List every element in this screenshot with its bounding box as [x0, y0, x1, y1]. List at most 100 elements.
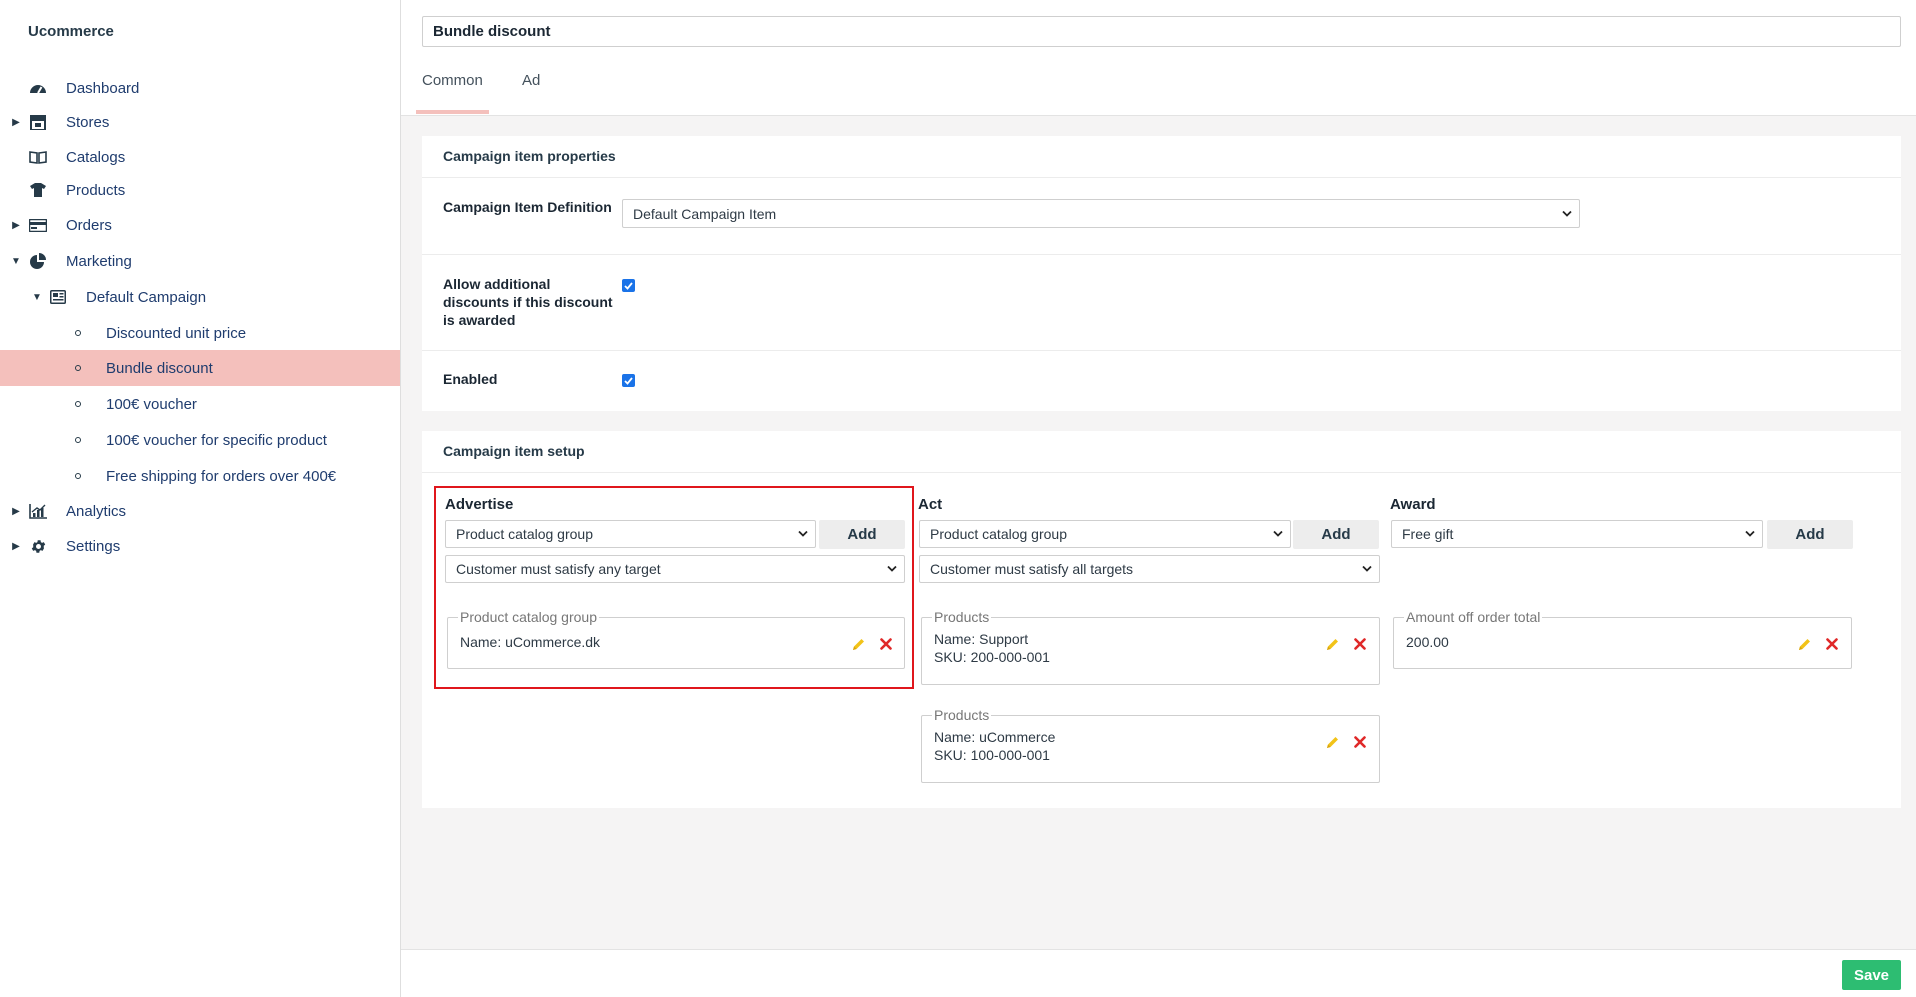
- divider: [422, 254, 1901, 255]
- sidebar-item-100-voucher[interactable]: 100€ voucher: [0, 386, 400, 422]
- pencil-icon[interactable]: [1796, 636, 1812, 652]
- advertise-target-product-catalog-group: Product catalog group Name: uCommerce.dk: [447, 609, 905, 669]
- award-legend: Amount off order total: [1404, 609, 1543, 625]
- act-type-select[interactable]: Product catalog group: [919, 520, 1291, 548]
- caret-right-icon[interactable]: ▶: [11, 541, 21, 552]
- sidebar-item-orders[interactable]: ▶ Orders: [0, 207, 400, 243]
- sidebar-item-catalogs[interactable]: Catalogs: [0, 139, 400, 175]
- award-add-button[interactable]: Add: [1767, 520, 1853, 549]
- card-title: Campaign item properties: [443, 148, 616, 164]
- pie-chart-icon: [28, 251, 48, 271]
- campaign-item-definition-select[interactable]: Default Campaign Item: [622, 199, 1580, 228]
- close-icon[interactable]: [1352, 734, 1368, 750]
- sidebar-item-marketing[interactable]: ▼ Marketing: [0, 243, 400, 279]
- campaign-item-definition-label: Campaign Item Definition: [443, 199, 612, 215]
- tab-ad[interactable]: Ad: [522, 72, 540, 89]
- pencil-icon[interactable]: [850, 636, 866, 652]
- campaign-item-definition-dropdown[interactable]: Default Campaign Item: [622, 199, 1580, 228]
- sidebar-item-label: Orders: [66, 216, 112, 234]
- sidebar-item-label: Discounted unit price: [106, 324, 247, 342]
- sidebar-item-stores[interactable]: ▶ Stores: [0, 104, 400, 140]
- sidebar-item-label: Marketing: [66, 252, 132, 270]
- advertise-add-button[interactable]: Add: [819, 520, 905, 549]
- target-sku: SKU: 100-000-001: [934, 747, 1050, 763]
- main-content: Common Ad Campaign item properties Campa…: [401, 0, 1916, 997]
- enabled-label: Enabled: [443, 371, 498, 387]
- sidebar-item-label: Products: [66, 181, 126, 199]
- campaign-item-setup-card: Campaign item setup Advertise Product ca…: [422, 431, 1901, 808]
- sidebar-item-products[interactable]: Products: [0, 172, 400, 208]
- advertise-type-dropdown[interactable]: Product catalog group: [445, 520, 816, 548]
- sidebar-item-label: Settings: [66, 537, 121, 555]
- close-icon[interactable]: [878, 636, 894, 652]
- active-tab-indicator: [416, 110, 489, 114]
- sidebar-item-label: 100€ voucher for specific product: [106, 431, 327, 449]
- target-name: Name: uCommerce.dk: [460, 634, 601, 650]
- bullet-icon: [75, 437, 81, 443]
- bullet-icon: [75, 365, 81, 371]
- divider: [422, 177, 1901, 178]
- pencil-icon[interactable]: [1324, 734, 1340, 750]
- sidebar-item-bundle-discount[interactable]: Bundle discount: [0, 350, 400, 386]
- target-name: Name: uCommerce: [934, 729, 1056, 745]
- divider: [422, 350, 1901, 351]
- credit-card-icon: [28, 215, 48, 235]
- advertise-title: Advertise: [445, 496, 514, 513]
- card-title: Campaign item setup: [443, 443, 585, 459]
- campaign-item-properties-card: Campaign item properties Campaign Item D…: [422, 136, 1901, 411]
- sidebar-item-100-voucher-specific-product[interactable]: 100€ voucher for specific product: [0, 422, 400, 458]
- store-icon: [28, 112, 48, 132]
- sidebar-item-free-shipping[interactable]: Free shipping for orders over 400€: [0, 458, 400, 494]
- target-sku: SKU: 200-000-001: [934, 649, 1050, 665]
- caret-down-icon[interactable]: ▼: [32, 292, 42, 303]
- bullet-icon: [75, 473, 81, 479]
- sidebar-item-label: Bundle discount: [106, 359, 213, 377]
- award-type-dropdown[interactable]: Free gift: [1391, 520, 1763, 548]
- sidebar-item-label: Stores: [66, 113, 110, 131]
- enabled-checkbox[interactable]: [622, 374, 635, 387]
- close-icon[interactable]: [1352, 636, 1368, 652]
- caret-right-icon[interactable]: ▶: [11, 220, 21, 231]
- target-legend: Product catalog group: [458, 609, 599, 625]
- act-add-button[interactable]: Add: [1293, 520, 1379, 549]
- editor-footer: Save: [401, 949, 1916, 997]
- award-type-select[interactable]: Free gift: [1391, 520, 1763, 548]
- act-type-dropdown[interactable]: Product catalog group: [919, 520, 1291, 548]
- sidebar-item-label: Free shipping for orders over 400€: [106, 467, 337, 485]
- caret-right-icon[interactable]: ▶: [11, 117, 21, 128]
- advertise-target-dropdown[interactable]: Customer must satisfy any target: [445, 555, 905, 583]
- bullet-icon: [75, 330, 81, 336]
- dashboard-icon: [28, 78, 48, 98]
- act-target-select[interactable]: Customer must satisfy all targets: [919, 555, 1380, 583]
- save-button[interactable]: Save: [1842, 960, 1901, 990]
- act-title: Act: [918, 496, 943, 513]
- brand-logo: Ucommerce: [28, 23, 114, 40]
- act-target-products-2: Products Name: uCommerce SKU: 100-000-00…: [921, 707, 1380, 783]
- advertise-type-select[interactable]: Product catalog group: [445, 520, 816, 548]
- sidebar-item-label: 100€ voucher: [106, 395, 197, 413]
- sidebar-item-settings[interactable]: ▶ Settings: [0, 528, 400, 564]
- tab-common[interactable]: Common: [422, 72, 483, 89]
- award-amount-off-order-total: Amount off order total 200.00: [1393, 609, 1852, 669]
- sidebar-item-dashboard[interactable]: Dashboard: [0, 70, 400, 106]
- tshirt-icon: [28, 180, 48, 200]
- allow-additional-discounts-checkbox[interactable]: [622, 279, 635, 292]
- act-target-dropdown[interactable]: Customer must satisfy all targets: [919, 555, 1380, 583]
- target-legend: Products: [932, 609, 992, 625]
- campaign-item-name-input[interactable]: [422, 16, 1901, 47]
- caret-down-icon[interactable]: ▼: [11, 256, 21, 267]
- sidebar-item-default-campaign[interactable]: ▼ Default Campaign: [0, 279, 400, 315]
- caret-right-icon[interactable]: ▶: [11, 506, 21, 517]
- sidebar-item-label: Dashboard: [66, 79, 140, 97]
- advertise-target-select[interactable]: Customer must satisfy any target: [445, 555, 905, 583]
- sidebar-item-label: Catalogs: [66, 148, 126, 166]
- close-icon[interactable]: [1824, 636, 1840, 652]
- sidebar-item-discounted-unit-price[interactable]: Discounted unit price: [0, 315, 400, 351]
- pencil-icon[interactable]: [1324, 636, 1340, 652]
- divider: [422, 472, 1901, 473]
- sidebar: Ucommerce Dashboard ▶ Stores Catalogs Pr…: [0, 0, 401, 997]
- analytics-icon: [28, 501, 48, 521]
- bullet-icon: [75, 401, 81, 407]
- sidebar-item-analytics[interactable]: ▶ Analytics: [0, 493, 400, 529]
- editor-header: Common Ad: [401, 0, 1916, 116]
